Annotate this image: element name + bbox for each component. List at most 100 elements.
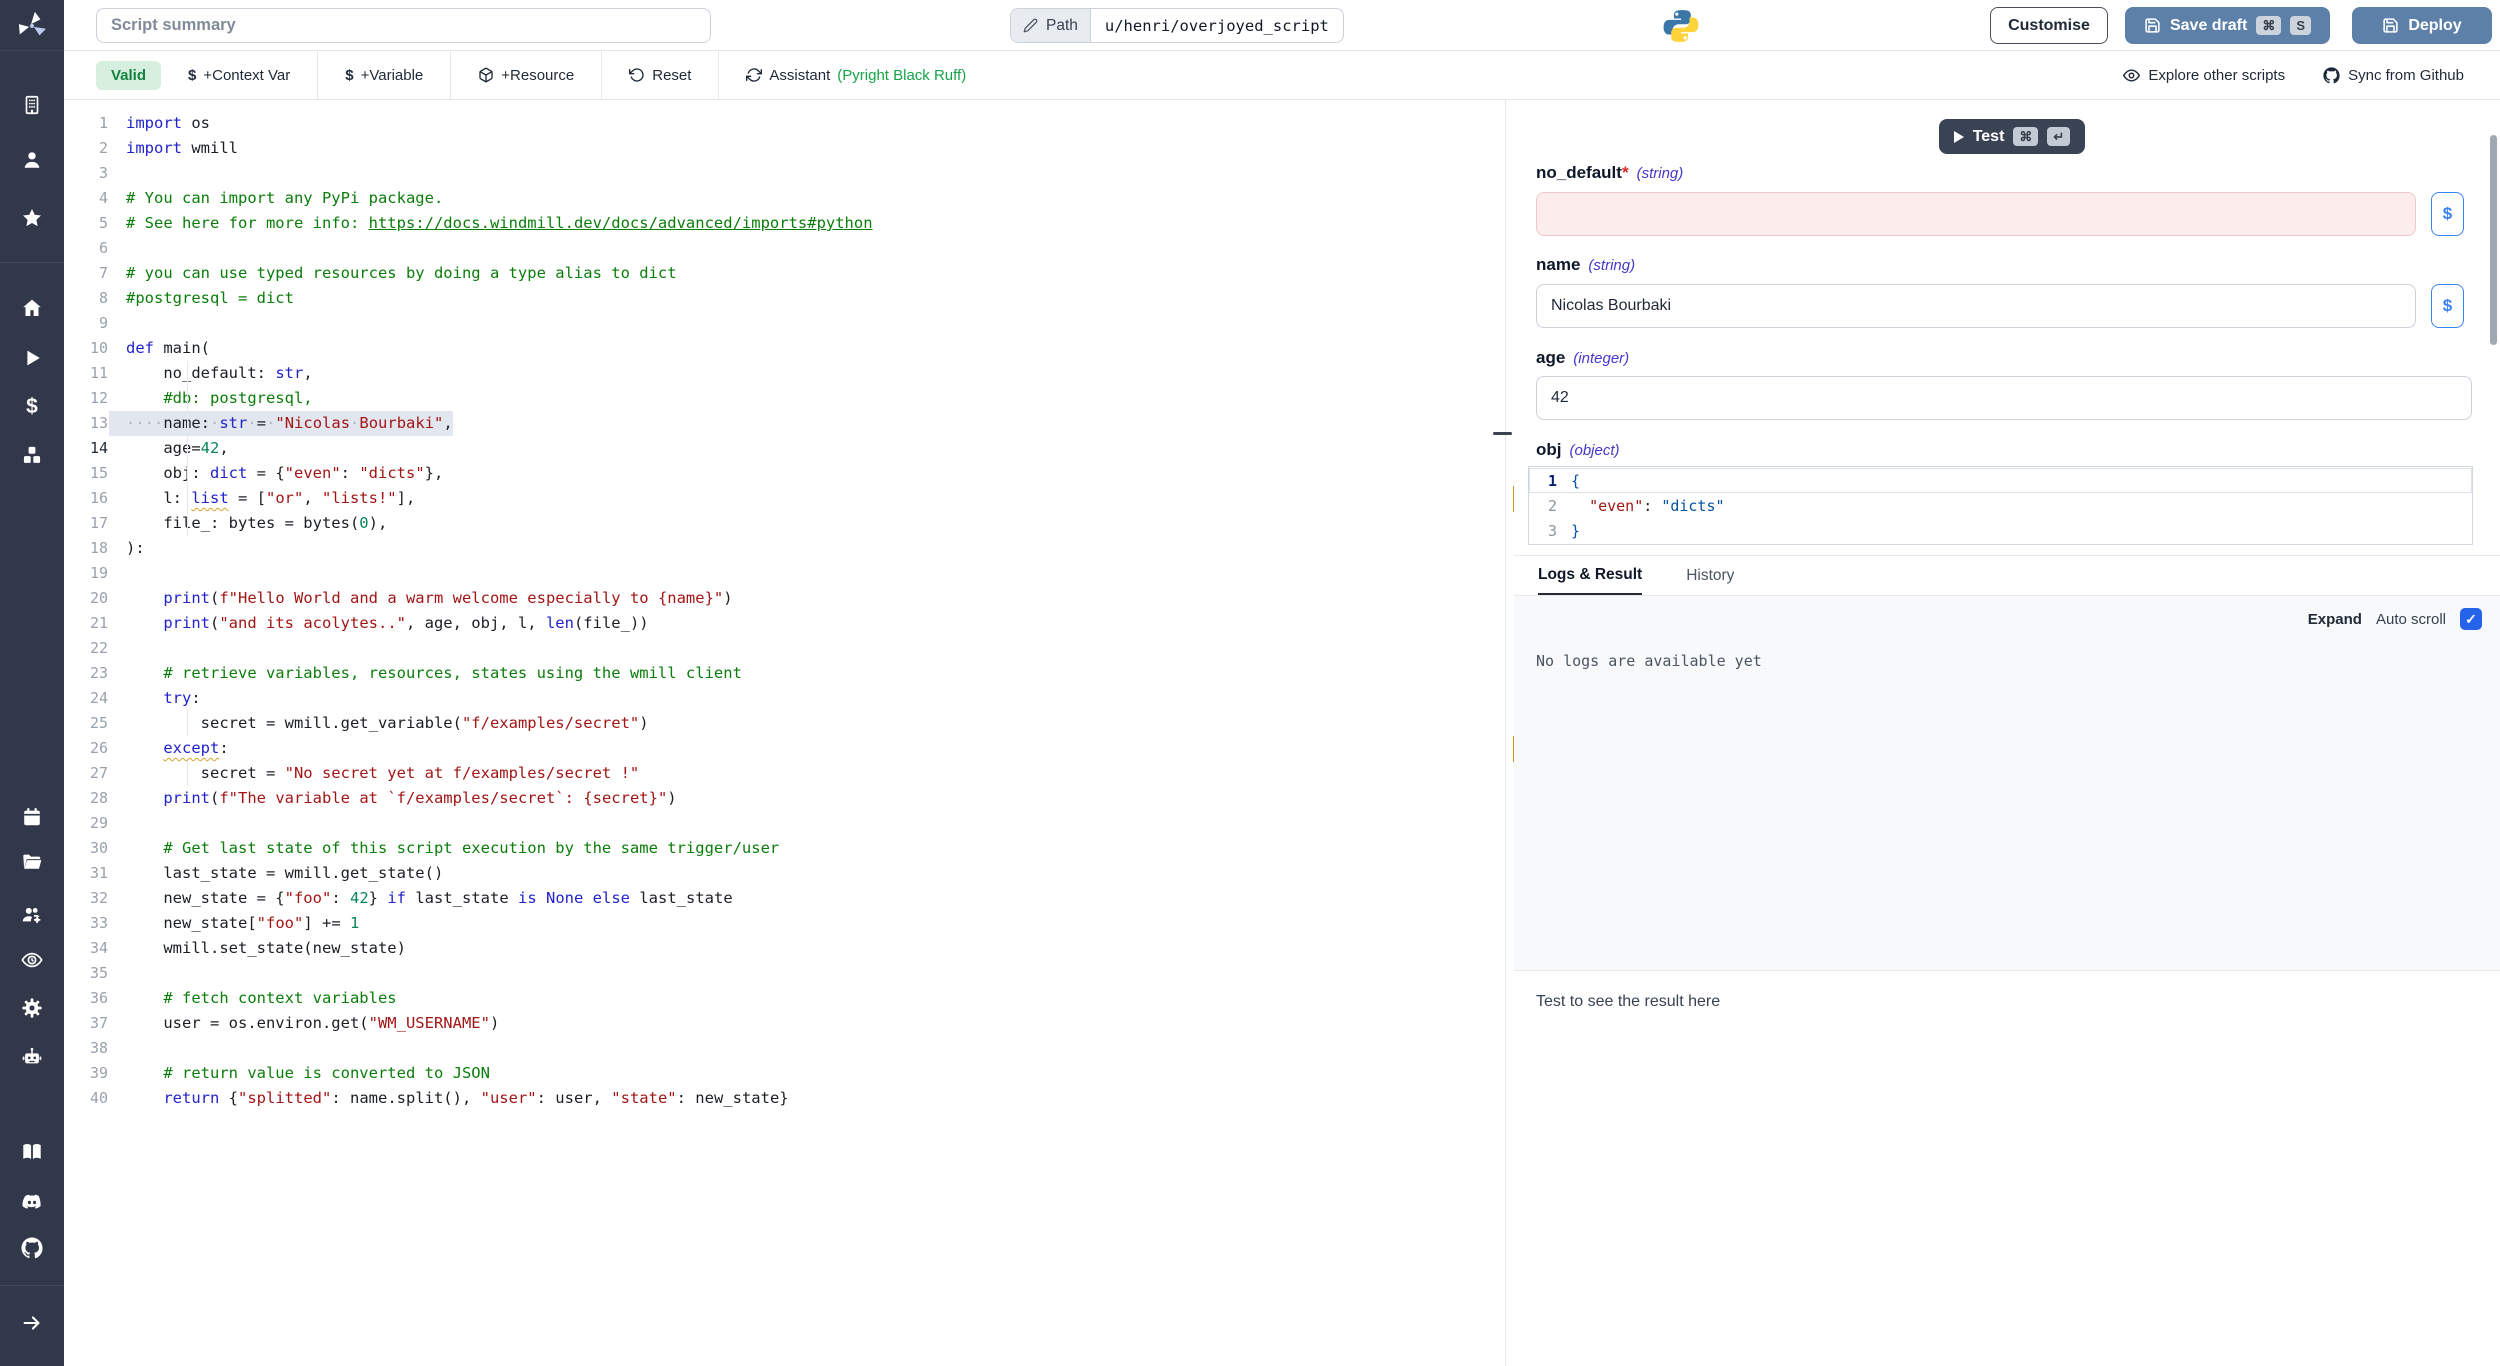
- path-field[interactable]: Path u/henri/overjoyed_script: [1010, 8, 1344, 43]
- code-line-3[interactable]: 3: [64, 161, 1505, 186]
- code-line-8[interactable]: 8#postgresql = dict: [64, 286, 1505, 311]
- name-variable-picker-button[interactable]: $: [2431, 284, 2464, 328]
- code-line-31[interactable]: 31 last_state = wmill.get_state(): [64, 861, 1505, 886]
- sidebar-icon-user[interactable]: [20, 148, 44, 172]
- windmill-logo-icon: [17, 10, 47, 40]
- sidebar-icon-calendar[interactable]: [20, 805, 44, 829]
- code-line-26[interactable]: 26 except:: [64, 736, 1505, 761]
- code-editor[interactable]: 1import os2import wmill34# You can impor…: [64, 100, 1505, 1366]
- code-line-25[interactable]: 25 secret = wmill.get_variable("f/exampl…: [64, 711, 1505, 736]
- sidebar-icon-eye-clock[interactable]: [20, 948, 44, 972]
- sidebar-icon-play[interactable]: [20, 346, 44, 370]
- path-value[interactable]: u/henri/overjoyed_script: [1091, 9, 1343, 42]
- sidebar-icon-github[interactable]: [20, 1236, 44, 1260]
- code-line-23[interactable]: 23 # retrieve variables, resources, stat…: [64, 661, 1505, 686]
- kbd-cmd: ⌘: [2013, 127, 2038, 146]
- code-line-38[interactable]: 38: [64, 1036, 1505, 1061]
- sidebar-icon-boxes[interactable]: [20, 443, 44, 467]
- code-line-19[interactable]: 19: [64, 561, 1505, 586]
- sidebar-icon-star[interactable]: [20, 206, 44, 230]
- code-line-1[interactable]: 1import os: [64, 111, 1505, 136]
- code-line-16[interactable]: 16 l: list = ["or", "lists!"],: [64, 486, 1505, 511]
- path-label-segment[interactable]: Path: [1011, 9, 1091, 42]
- expand-logs-button[interactable]: Expand: [2308, 611, 2362, 628]
- autoscroll-checkbox[interactable]: ✓: [2460, 608, 2482, 630]
- code-line-10[interactable]: 10def main(: [64, 336, 1505, 361]
- sidebar-icon-book[interactable]: [20, 1140, 44, 1164]
- pencil-icon: [1023, 18, 1038, 33]
- code-line-11[interactable]: 11 no_default: str,: [64, 361, 1505, 386]
- code-line-32[interactable]: 32 new_state = {"foo": 42} if last_state…: [64, 886, 1505, 911]
- code-line-21[interactable]: 21 print("and its acolytes..", age, obj,…: [64, 611, 1505, 636]
- code-line-36[interactable]: 36 # fetch context variables: [64, 986, 1505, 1011]
- tab-logs-result[interactable]: Logs & Result: [1538, 556, 1642, 595]
- code-line-35[interactable]: 35: [64, 961, 1505, 986]
- code-line-24[interactable]: 24 try:: [64, 686, 1505, 711]
- code-line-34[interactable]: 34 wmill.set_state(new_state): [64, 936, 1505, 961]
- code-line-17[interactable]: 17 file_: bytes = bytes(0),: [64, 511, 1505, 536]
- code-line-2[interactable]: 2import wmill: [64, 136, 1505, 161]
- obj-json-line-1[interactable]: 1{: [1529, 468, 2472, 493]
- code-line-12[interactable]: 12 #db: postgresql,: [64, 386, 1505, 411]
- no-default-variable-picker-button[interactable]: $: [2431, 192, 2464, 236]
- tab-history[interactable]: History: [1686, 556, 1734, 595]
- code-line-30[interactable]: 30 # Get last state of this script execu…: [64, 836, 1505, 861]
- code-line-39[interactable]: 39 # return value is converted to JSON: [64, 1061, 1505, 1086]
- save-draft-button[interactable]: Save draft ⌘ S: [2125, 7, 2330, 44]
- kbd-s: S: [2290, 16, 2311, 35]
- code-line-29[interactable]: 29: [64, 811, 1505, 836]
- code-line-6[interactable]: 6: [64, 236, 1505, 261]
- name-input[interactable]: [1536, 284, 2416, 328]
- sidebar: $: [0, 0, 64, 1366]
- panel-scrollbar[interactable]: [2490, 135, 2497, 345]
- customise-button[interactable]: Customise: [1990, 7, 2108, 44]
- sidebar-icon-robot[interactable]: [20, 1045, 44, 1069]
- script-summary-input[interactable]: [96, 8, 711, 43]
- customise-label: Customise: [2008, 17, 2090, 35]
- obj-json-line-3[interactable]: 3}: [1529, 518, 2472, 543]
- code-line-37[interactable]: 37 user = os.environ.get("WM_USERNAME"): [64, 1011, 1505, 1036]
- deploy-button[interactable]: Deploy: [2352, 7, 2492, 44]
- reset-button[interactable]: Reset: [602, 67, 718, 84]
- add-context-var-button[interactable]: $+Context Var: [161, 67, 317, 84]
- code-line-7[interactable]: 7# you can use typed resources by doing …: [64, 261, 1505, 286]
- code-line-18[interactable]: 18):: [64, 536, 1505, 561]
- sidebar-icon-gear[interactable]: [20, 996, 44, 1020]
- no-default-input[interactable]: [1536, 192, 2416, 236]
- add-resource-button[interactable]: +Resource: [451, 67, 601, 84]
- sidebar-icon-dollar[interactable]: $: [20, 395, 44, 419]
- sidebar-icon-discord[interactable]: [20, 1190, 44, 1214]
- age-input[interactable]: [1536, 376, 2472, 420]
- code-line-20[interactable]: 20 print(f"Hello World and a warm welcom…: [64, 586, 1505, 611]
- obj-json-editor[interactable]: 1{2 "even": "dicts"3}: [1528, 466, 2473, 545]
- test-button[interactable]: Test ⌘ ↵: [1939, 119, 2085, 154]
- sync-from-github-button[interactable]: Sync from Github: [2323, 67, 2464, 84]
- sidebar-icon-arrow-right[interactable]: [20, 1311, 44, 1335]
- code-line-4[interactable]: 4# You can import any PyPi package.: [64, 186, 1505, 211]
- code-line-22[interactable]: 22: [64, 636, 1505, 661]
- panel-divider[interactable]: [1505, 100, 1506, 1366]
- python-language-icon: [1662, 7, 1700, 45]
- sidebar-icon-folder[interactable]: [20, 850, 44, 874]
- code-line-40[interactable]: 40 return {"splitted": name.split(), "us…: [64, 1086, 1505, 1111]
- add-variable-button[interactable]: $+Variable: [318, 67, 450, 84]
- windmill-logo[interactable]: [0, 0, 64, 51]
- code-line-15[interactable]: 15 obj: dict = {"even": "dicts"},: [64, 461, 1505, 486]
- code-line-5[interactable]: 5# See here for more info: https://docs.…: [64, 211, 1505, 236]
- assistant-config-label: (Pyright Black Ruff): [837, 67, 966, 84]
- splitter-handle[interactable]: [1493, 432, 1512, 435]
- sidebar-icon-home[interactable]: [20, 296, 44, 320]
- code-line-28[interactable]: 28 print(f"The variable at `f/examples/s…: [64, 786, 1505, 811]
- obj-json-line-2[interactable]: 2 "even": "dicts": [1529, 493, 2472, 518]
- explore-other-scripts-button[interactable]: Explore other scripts: [2123, 67, 2285, 84]
- code-line-27[interactable]: 27 secret = "No secret yet at f/examples…: [64, 761, 1505, 786]
- reset-label: Reset: [652, 67, 691, 84]
- sidebar-icon-users-gear[interactable]: [20, 903, 44, 927]
- sidebar-icon-building[interactable]: [20, 93, 44, 117]
- sidebar-divider: [0, 262, 64, 263]
- code-line-33[interactable]: 33 new_state["foo"] += 1: [64, 911, 1505, 936]
- assistant-button[interactable]: Assistant (Pyright Black Ruff): [719, 67, 993, 84]
- code-line-9[interactable]: 9: [64, 311, 1505, 336]
- code-line-13[interactable]: 13····name:·str·=·"Nicolas·Bourbaki",: [64, 411, 1505, 436]
- code-line-14[interactable]: 14 age=42,: [64, 436, 1505, 461]
